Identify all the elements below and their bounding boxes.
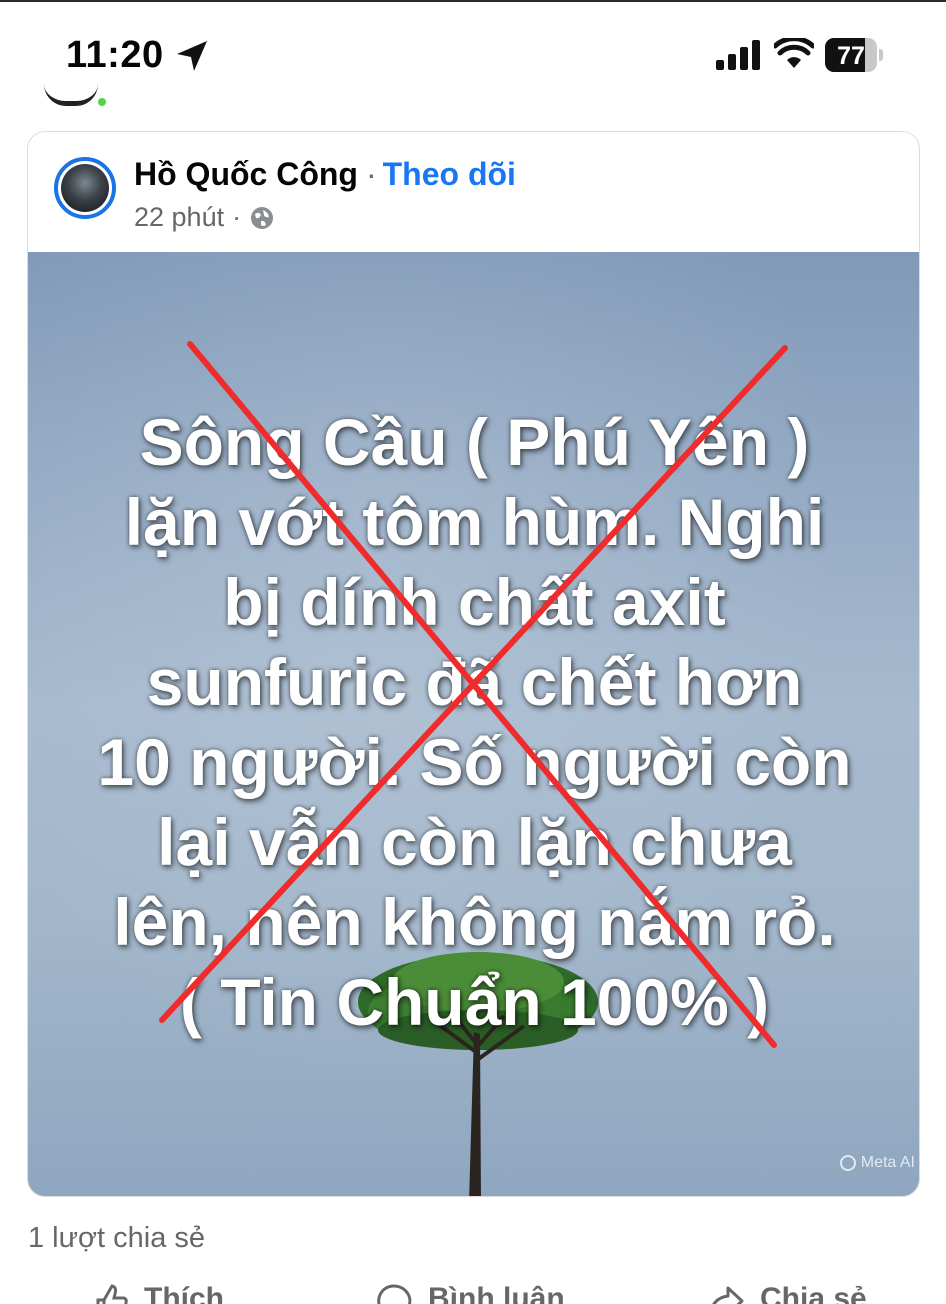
- cross-stroke-1: [187, 341, 777, 1048]
- battery-icon: 77: [825, 38, 883, 72]
- status-time: 11:20: [66, 34, 164, 76]
- post-action-bar: Thích Bình luận Chia sẻ: [0, 1282, 946, 1304]
- post-time[interactable]: 22 phút: [134, 202, 224, 233]
- location-arrow-icon: [177, 41, 207, 71]
- wifi-icon: [774, 38, 814, 68]
- red-cross-mark: [159, 341, 788, 1048]
- meta-separator: ·: [232, 202, 242, 232]
- post-meta: 22 phút ·: [134, 202, 275, 233]
- share-label: Chia sẻ: [760, 1282, 867, 1304]
- share-count[interactable]: 1 lượt chia sẻ: [28, 1222, 205, 1255]
- post-image[interactable]: Sông Cầu ( Phú Yên ) lặn vớt tôm hùm. Ng…: [28, 252, 919, 1196]
- online-indicator: [98, 98, 106, 106]
- like-button[interactable]: Thích: [90, 1282, 224, 1304]
- meta-ai-watermark: Meta AI: [839, 1154, 915, 1172]
- share-arrow-icon: [712, 1286, 744, 1304]
- post-header: Hồ Quốc Công · Theo dõi: [134, 156, 516, 193]
- author-avatar[interactable]: [54, 157, 116, 219]
- speech-bubble-icon: [377, 1284, 412, 1304]
- author-name[interactable]: Hồ Quốc Công: [134, 156, 358, 192]
- meta-ai-ring-icon: [839, 1155, 856, 1171]
- previous-post-avatar-edge: [44, 84, 98, 106]
- header-separator: ·: [365, 156, 377, 192]
- status-bar: 11:20 77: [0, 0, 946, 100]
- globe-icon: [251, 206, 274, 229]
- like-label: Thích: [144, 1282, 224, 1304]
- post-card: Hồ Quốc Công · Theo dõi 22 phút · Sông Cầu…: [27, 131, 920, 1197]
- battery-level: 77: [837, 42, 865, 70]
- share-button[interactable]: Chia sẻ: [706, 1282, 867, 1304]
- follow-button[interactable]: Theo dõi: [383, 156, 516, 192]
- comment-label: Bình luận: [428, 1282, 565, 1304]
- comment-button[interactable]: Bình luận: [374, 1282, 565, 1304]
- cellular-signal-icon: [716, 40, 760, 70]
- meta-ai-label: Meta AI: [860, 1154, 915, 1171]
- cross-stroke-2: [159, 345, 788, 1023]
- thumbs-up-icon: [96, 1284, 128, 1304]
